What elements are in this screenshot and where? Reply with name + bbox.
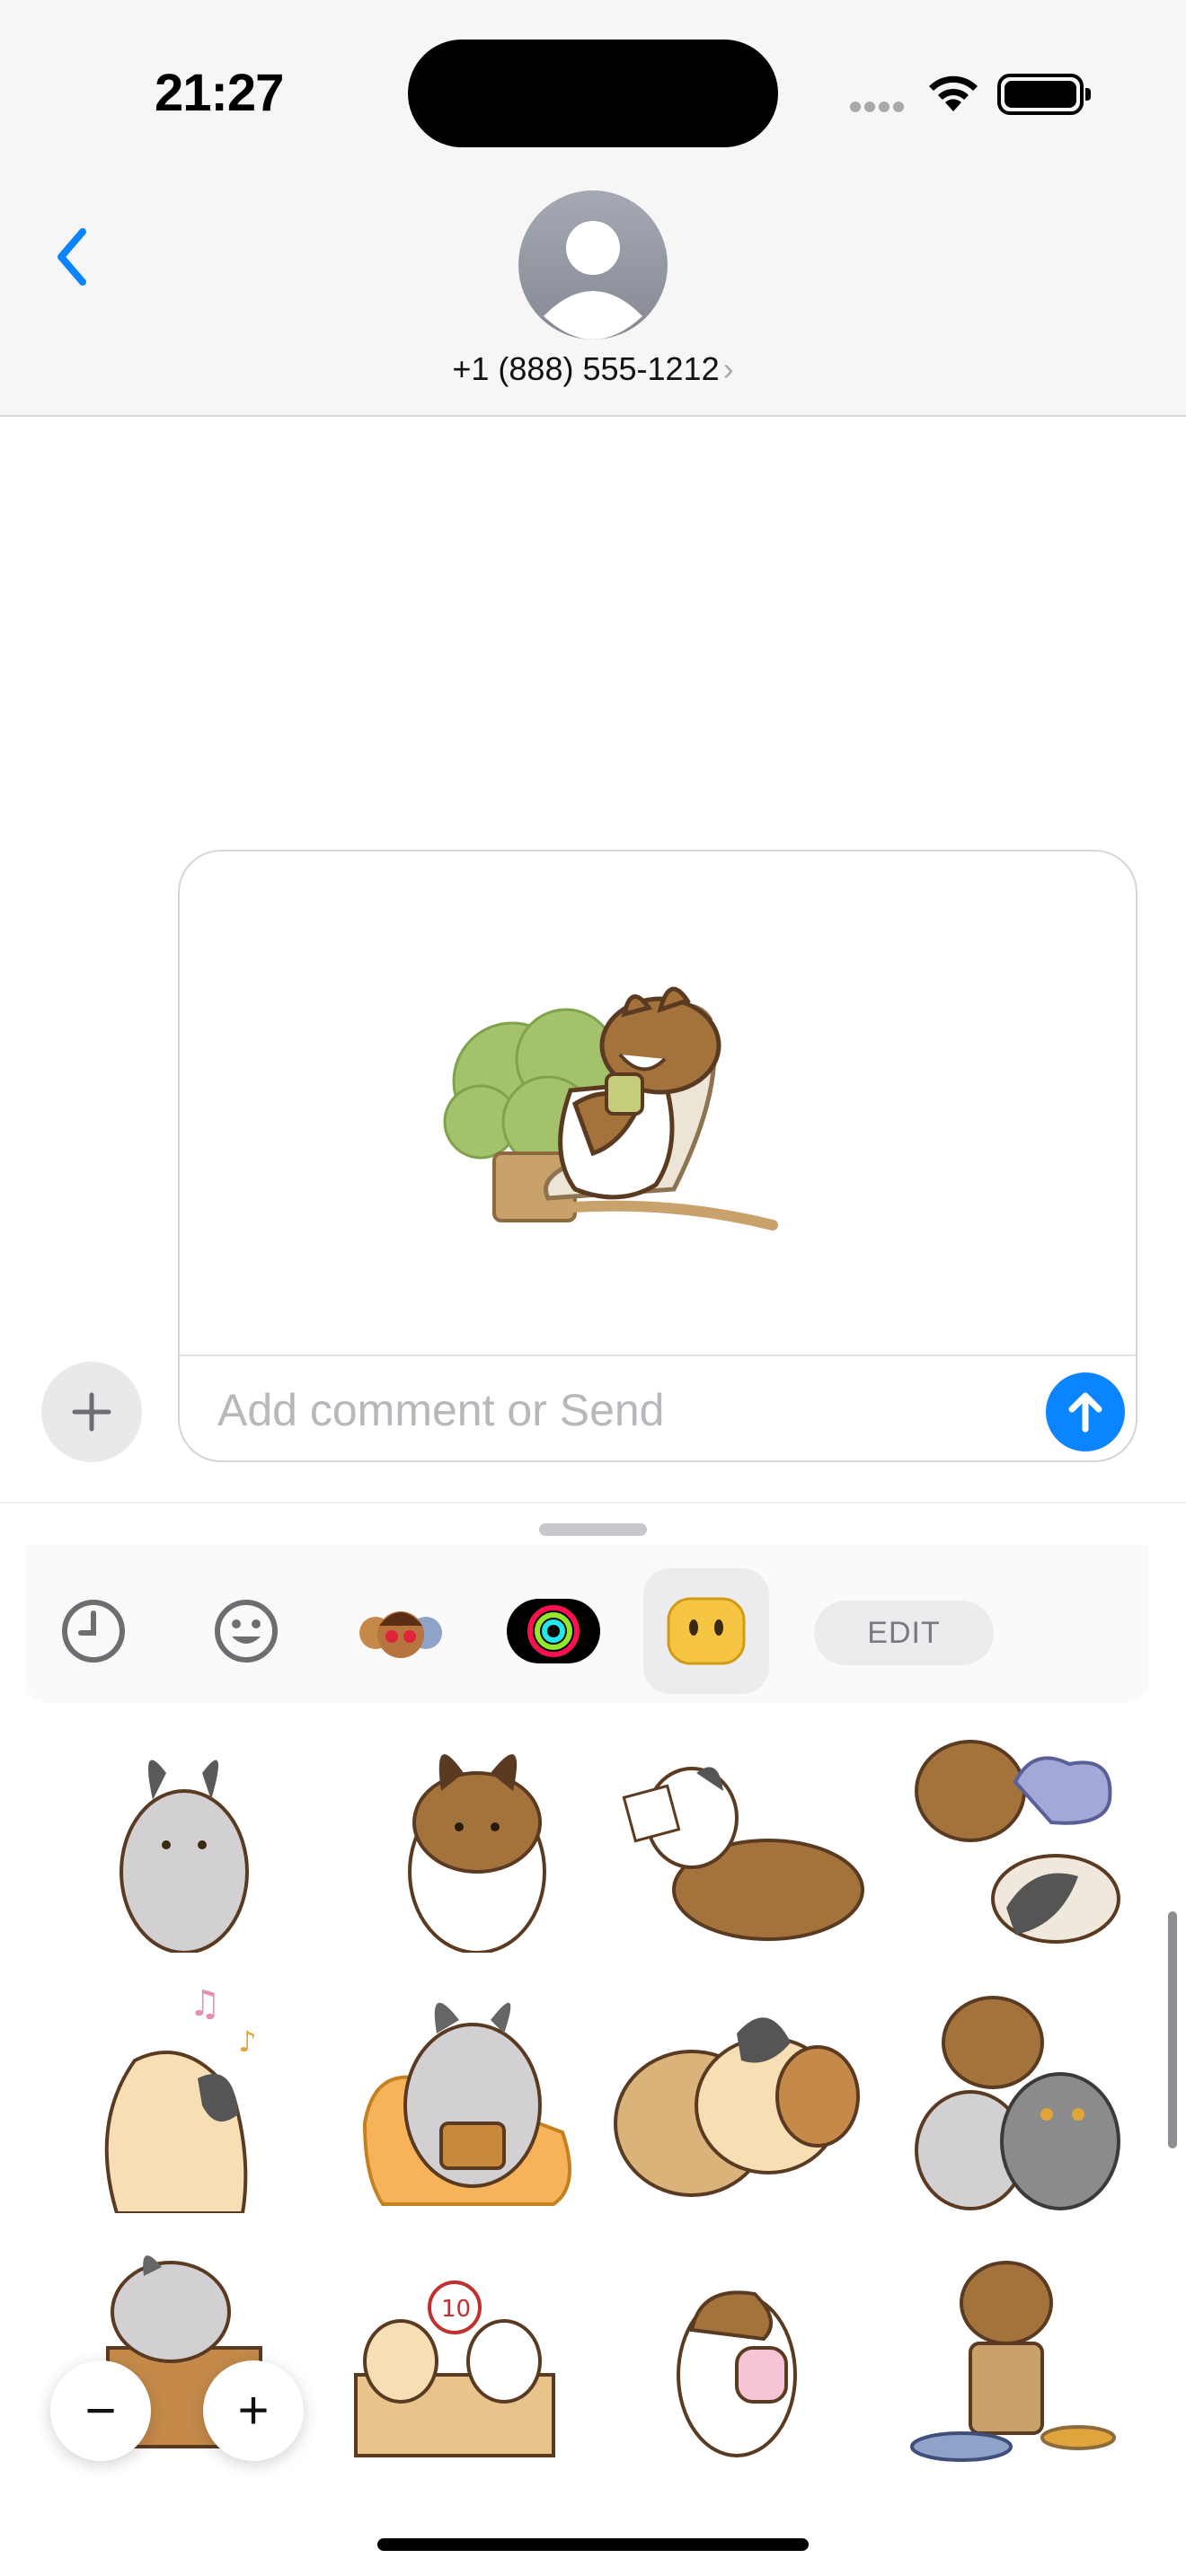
wifi-icon [929, 75, 978, 111]
add-plus-icon [72, 1392, 111, 1432]
contact-name[interactable]: +1 (888) 555-1212 › [0, 350, 1186, 388]
comment-input[interactable]: Add comment or Send [217, 1356, 665, 1464]
send-button[interactable] [1046, 1372, 1125, 1451]
conversation-header: +1 (888) 555-1212 › [0, 180, 1186, 417]
contact-avatar-icon[interactable] [518, 190, 668, 340]
sticker-bunny-with-milk[interactable] [611, 2240, 872, 2474]
dynamic-island [408, 40, 778, 147]
attached-sticker[interactable] [440, 974, 881, 1270]
person-silhouette-icon [544, 221, 642, 340]
add-attachment-button[interactable] [41, 1362, 142, 1462]
tab-sticker-pack[interactable] [643, 1568, 769, 1694]
svg-text:♫: ♫ [189, 1983, 221, 2025]
zoom-in-button[interactable]: + [203, 2360, 304, 2461]
sticker-bunnies-scorecard[interactable]: 10 [347, 2240, 607, 2474]
home-indicator[interactable] [377, 2538, 809, 2551]
zoom-out-button[interactable]: − [50, 2360, 151, 2461]
back-button[interactable] [45, 221, 99, 293]
battery-icon [997, 74, 1091, 115]
zoom-in-label: + [237, 2380, 270, 2440]
emoji-face-icon [215, 1600, 278, 1663]
status-bar: 21:27 [0, 0, 1186, 180]
svg-text:10: 10 [441, 2296, 471, 2323]
tab-activity[interactable] [491, 1568, 616, 1694]
sticker-drawer: EDIT ♫ ♪ 10 [0, 1502, 1186, 2576]
drawer-grabber[interactable] [539, 1523, 647, 1536]
chevron-right-icon: › [722, 350, 734, 387]
contact-name-label: +1 (888) 555-1212 [452, 350, 720, 387]
memoji-icon [359, 1611, 442, 1658]
recent-clock-icon [62, 1600, 125, 1663]
sticker-cream-bunny-music[interactable]: ♫ ♪ [54, 1980, 314, 2213]
edit-stickers-button[interactable]: EDIT [814, 1601, 994, 1665]
sticker-pack-face-icon [667, 1597, 746, 1665]
status-time: 21:27 [155, 64, 284, 122]
attached-sticker-area [180, 851, 1136, 1356]
sticker-bunnies-reading[interactable] [611, 1719, 872, 1953]
sticker-bunnies-and-cat[interactable] [898, 1980, 1159, 2213]
sticker-scrollbar[interactable] [1168, 1911, 1177, 2148]
sticker-brown-bunny[interactable] [347, 1719, 607, 1953]
back-chevron-icon [58, 228, 86, 286]
tab-recent[interactable] [31, 1568, 156, 1694]
tab-emoji[interactable] [183, 1568, 309, 1694]
send-arrow-icon [1068, 1392, 1102, 1433]
cellular-signal-icon [850, 101, 907, 117]
activity-rings-icon [507, 1599, 600, 1663]
tab-memoji[interactable] [338, 1568, 464, 1694]
sticker-bunny-on-stool[interactable] [898, 2240, 1159, 2474]
zoom-out-label: − [84, 2380, 117, 2440]
svg-text:♪: ♪ [238, 2025, 256, 2059]
sticker-bunnies-cuddle[interactable] [611, 1980, 872, 2213]
sticker-gray-bunny-snack[interactable] [347, 1980, 607, 2213]
compose-field: Add comment or Send [178, 850, 1137, 1462]
sticker-bunnies-sleepy[interactable] [898, 1719, 1159, 1953]
sticker-gray-bunny[interactable] [54, 1719, 314, 1953]
